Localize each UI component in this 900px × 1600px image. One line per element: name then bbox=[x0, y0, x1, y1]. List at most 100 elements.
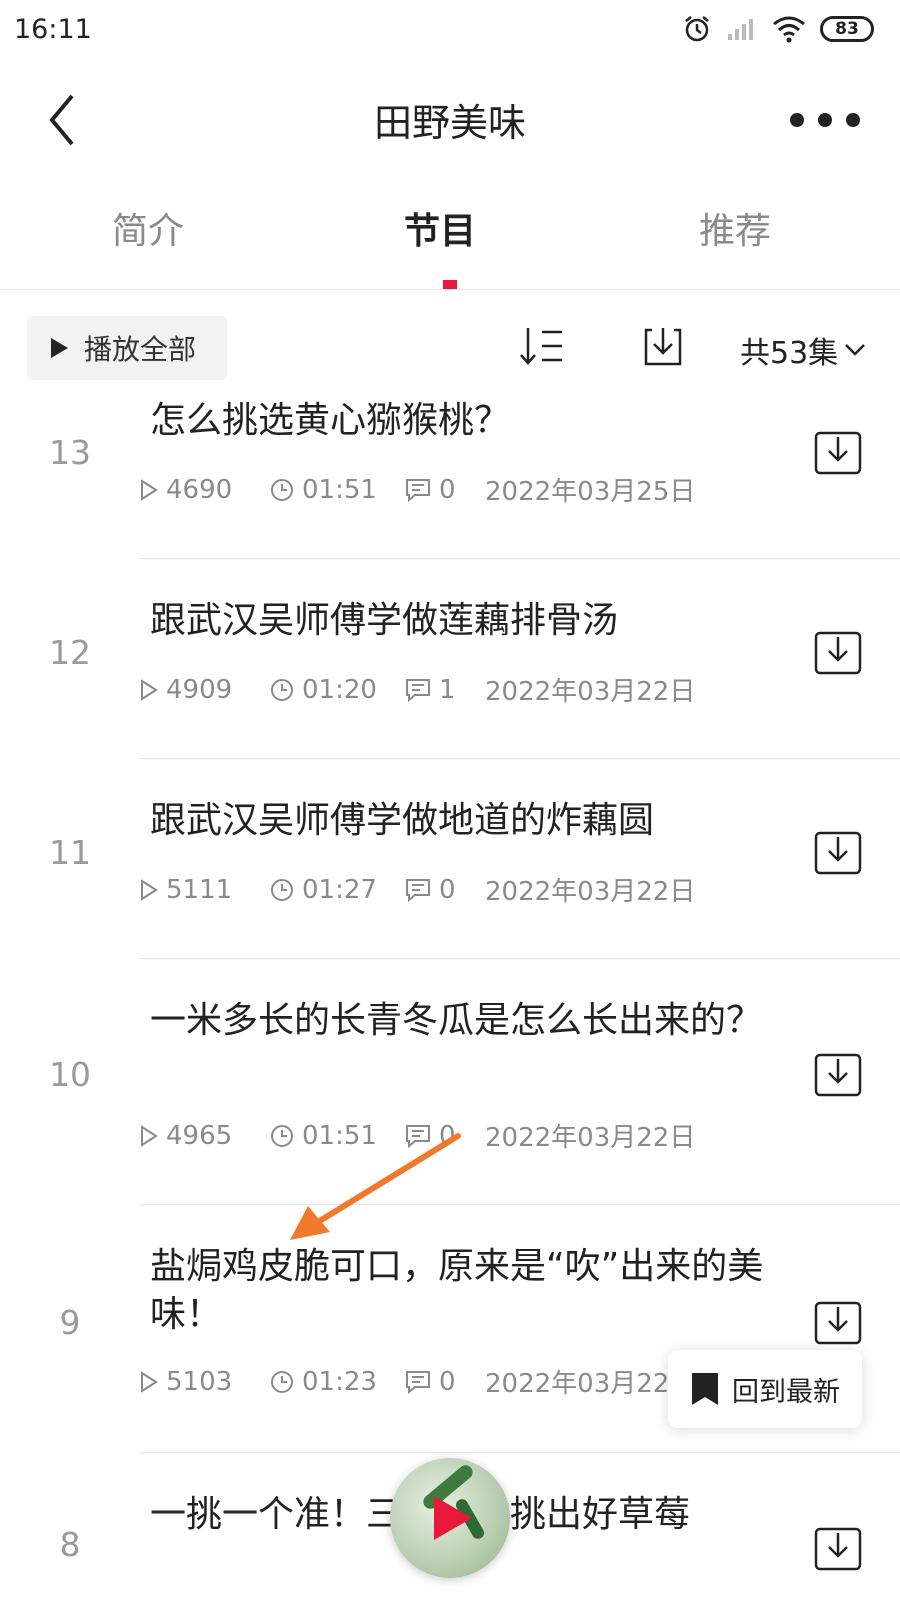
dot-icon bbox=[818, 113, 832, 127]
episode-number: 12 bbox=[49, 633, 91, 672]
clock-icon bbox=[271, 678, 293, 701]
tab-recommend[interactable]: 推荐 bbox=[635, 202, 835, 254]
list-toolbar: 播放全部 共53集 bbox=[0, 316, 900, 380]
download-icon bbox=[814, 1053, 862, 1097]
dot-icon bbox=[790, 113, 804, 127]
episode-number: 11 bbox=[49, 833, 91, 872]
status-time: 16:11 bbox=[14, 14, 92, 45]
sort-icon bbox=[520, 328, 562, 365]
comment-icon bbox=[406, 1124, 430, 1148]
download-icon bbox=[814, 1301, 862, 1345]
wifi-icon bbox=[773, 16, 805, 43]
episode-title: 一米多长的长青冬瓜是怎么长出来的？ bbox=[150, 1000, 763, 1041]
play-icon bbox=[434, 1496, 472, 1540]
status-bar: 16:11 83 bbox=[0, 0, 900, 62]
download-button[interactable] bbox=[812, 427, 864, 479]
download-icon bbox=[644, 328, 682, 366]
download-button[interactable] bbox=[812, 1049, 864, 1101]
download-button[interactable] bbox=[812, 1523, 864, 1575]
mini-player-button[interactable] bbox=[390, 1458, 510, 1578]
publish-date: 2022年03月22日 bbox=[485, 1369, 696, 1399]
publish-date: 2022年03月22日 bbox=[485, 677, 696, 707]
episode-meta: 4909 01:20 1 2022年03月22日 bbox=[140, 671, 695, 708]
back-to-latest-label: 回到最新 bbox=[732, 1376, 840, 1408]
episode-meta: 5103 01:23 0 2022年03月22日 bbox=[140, 1363, 695, 1400]
tab-bar: 简介 节目 推荐 bbox=[0, 190, 900, 290]
publish-date: 2022年03月22日 bbox=[485, 877, 696, 907]
tab-intro[interactable]: 简介 bbox=[48, 202, 248, 254]
episode-title: 盐焗鸡皮脆可口，原来是“吹”出来的美味！ bbox=[150, 1246, 764, 1335]
download-icon bbox=[814, 431, 862, 475]
play-outline-icon bbox=[141, 1370, 158, 1393]
download-button[interactable] bbox=[812, 1297, 864, 1349]
play-count: 5111 bbox=[140, 875, 270, 905]
episode-row[interactable]: 11 跟武汉吴师傅学做地道的炸藕圆 5111 01:27 0 2022年03月2… bbox=[0, 759, 900, 959]
episode-number: 13 bbox=[49, 433, 91, 472]
episode-title: 跟武汉吴师傅学做莲藕排骨汤 bbox=[150, 600, 619, 641]
duration-value: 01:23 bbox=[302, 1366, 377, 1397]
episode-meta: 4965 01:51 0 2022年03月22日 bbox=[140, 1117, 695, 1154]
battery-indicator: 83 bbox=[820, 16, 874, 42]
episode-title: 跟武汉吴师傅学做地道的炸藕圆 bbox=[150, 800, 655, 841]
episode-count-label: 共53集 bbox=[740, 336, 839, 371]
bookmark-icon bbox=[692, 1373, 718, 1405]
duration: 01:20 bbox=[270, 675, 405, 705]
top-bar: 田野美味 bbox=[0, 70, 900, 170]
alarm-icon bbox=[685, 16, 709, 42]
episode-row[interactable]: 13 怎么挑选黄心猕猴桃？ 4690 01:51 0 2022年03月25日 bbox=[0, 395, 900, 559]
download-icon bbox=[814, 831, 862, 875]
duration-value: 01:51 bbox=[302, 1120, 377, 1151]
download-all-button[interactable] bbox=[640, 324, 686, 374]
comment-icon bbox=[406, 878, 430, 902]
comment-count-value: 0 bbox=[439, 1120, 456, 1151]
play-count: 4909 bbox=[140, 675, 270, 705]
play-count-value: 5111 bbox=[166, 874, 233, 905]
download-button[interactable] bbox=[812, 627, 864, 679]
play-count: 4965 bbox=[140, 1121, 270, 1151]
comment-count: 0 bbox=[405, 475, 485, 505]
play-all-button[interactable]: 播放全部 bbox=[27, 316, 227, 380]
active-tab-indicator bbox=[443, 280, 457, 289]
duration: 01:27 bbox=[270, 875, 405, 905]
chevron-down-icon bbox=[845, 344, 866, 356]
duration: 01:51 bbox=[270, 475, 405, 505]
comment-count-value: 0 bbox=[439, 474, 456, 505]
duration: 01:23 bbox=[270, 1367, 405, 1397]
publish-date: 2022年03月22日 bbox=[485, 1123, 696, 1153]
episode-title: 怎么挑选黄心猕猴桃？ bbox=[150, 400, 511, 441]
sort-button[interactable] bbox=[518, 324, 564, 372]
clock-icon bbox=[271, 1124, 293, 1147]
play-count-value: 4690 bbox=[166, 474, 233, 505]
download-icon bbox=[814, 1527, 862, 1571]
publish-date: 2022年03月25日 bbox=[485, 477, 696, 507]
episode-row[interactable]: 12 跟武汉吴师傅学做莲藕排骨汤 4909 01:20 1 2022年03月22… bbox=[0, 559, 900, 759]
dot-icon bbox=[846, 113, 860, 127]
more-options-button[interactable] bbox=[790, 100, 860, 140]
download-button[interactable] bbox=[812, 827, 864, 879]
comment-icon bbox=[406, 478, 430, 502]
comment-count-value: 0 bbox=[439, 1366, 456, 1397]
duration-value: 01:27 bbox=[302, 874, 377, 905]
tab-episodes[interactable]: 节目 bbox=[340, 202, 540, 254]
back-to-latest-button[interactable]: 回到最新 bbox=[668, 1350, 862, 1428]
comment-count-value: 0 bbox=[439, 874, 456, 905]
episode-row[interactable]: 10 一米多长的长青冬瓜是怎么长出来的？ 4965 01:51 0 2022年0… bbox=[0, 959, 900, 1205]
episode-count-dropdown[interactable]: 共53集 bbox=[740, 328, 866, 372]
comment-count: 0 bbox=[405, 1121, 485, 1151]
play-count: 5103 bbox=[140, 1367, 270, 1397]
signal-icon bbox=[728, 19, 753, 40]
comment-count: 1 bbox=[405, 675, 485, 705]
clock-icon bbox=[271, 478, 293, 501]
comment-icon bbox=[406, 678, 430, 702]
duration-value: 01:51 bbox=[302, 474, 377, 505]
episode-number: 8 bbox=[59, 1525, 81, 1564]
status-icons: 83 bbox=[682, 14, 874, 44]
download-icon bbox=[814, 631, 862, 675]
clock-icon bbox=[271, 878, 293, 901]
duration-value: 01:20 bbox=[302, 674, 377, 705]
comment-count-value: 1 bbox=[439, 674, 456, 705]
play-icon bbox=[51, 338, 68, 358]
play-count-value: 5103 bbox=[166, 1366, 233, 1397]
clock-icon bbox=[271, 1370, 293, 1393]
play-outline-icon bbox=[141, 478, 158, 501]
